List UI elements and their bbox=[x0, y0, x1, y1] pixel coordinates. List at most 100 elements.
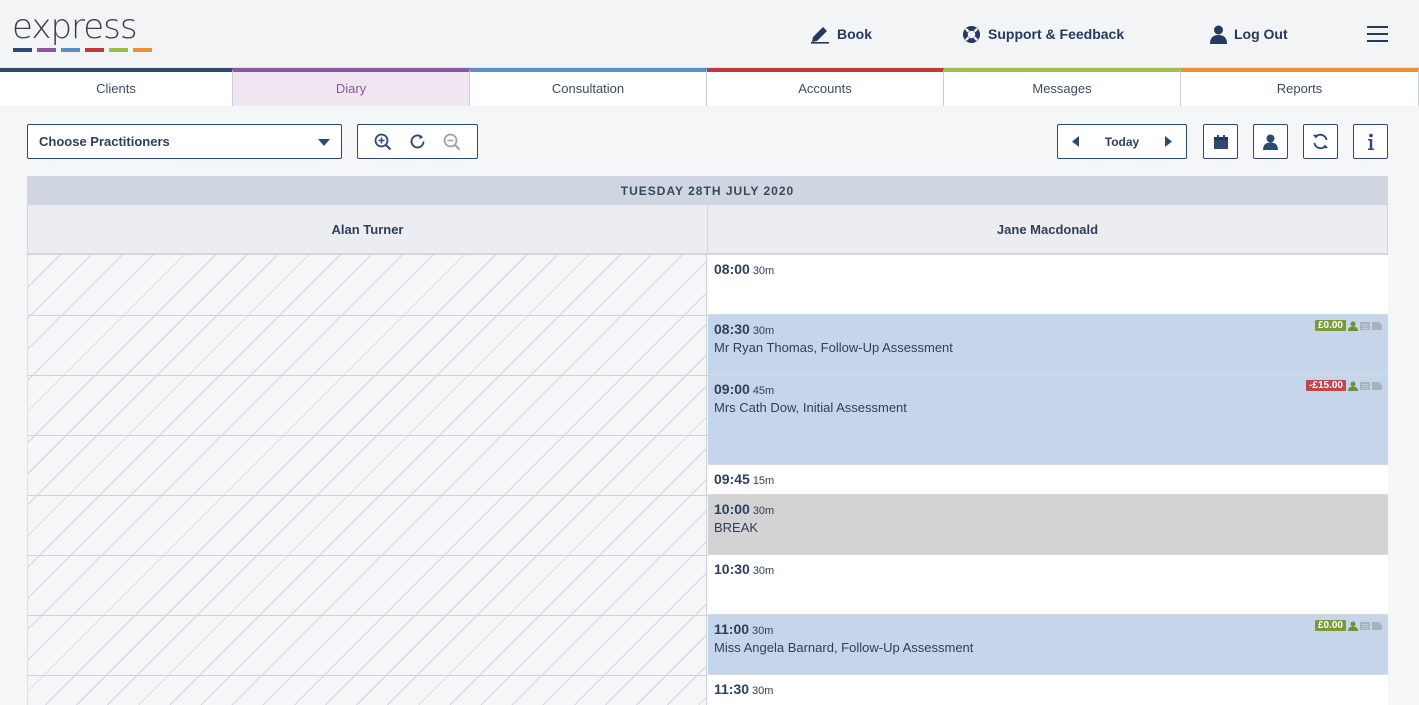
slot-duration: 30m bbox=[752, 325, 775, 337]
tab-diary[interactable]: Diary bbox=[233, 68, 470, 106]
slot-duration: 45m bbox=[752, 385, 775, 397]
caret-down-icon bbox=[318, 139, 330, 146]
slot-description: Mr Ryan Thomas, Follow-Up Assessment bbox=[714, 340, 953, 355]
logo-color-bars bbox=[13, 48, 152, 52]
slot-time: 10:30 bbox=[714, 561, 750, 577]
slot-time: 08:00 bbox=[714, 261, 750, 277]
logo-bar bbox=[85, 48, 104, 52]
info-icon bbox=[1367, 133, 1374, 150]
tab-reports[interactable]: Reports bbox=[1181, 68, 1419, 106]
app-header: express Book Support & Feedback Log Out bbox=[0, 0, 1419, 68]
slot-time: 08:30 bbox=[714, 321, 750, 337]
slot-divider bbox=[28, 375, 708, 376]
user-icon bbox=[1210, 25, 1227, 44]
slot-duration: 30m bbox=[752, 625, 774, 637]
refresh-button[interactable] bbox=[1303, 124, 1338, 159]
appointment-badges: £0.00 bbox=[1314, 320, 1382, 331]
slot-divider bbox=[28, 615, 708, 616]
slot-duration: 30m bbox=[752, 265, 775, 277]
logo-bar bbox=[13, 48, 32, 52]
free-slot[interactable]: 10:30 30m bbox=[708, 555, 1388, 615]
refresh-icon bbox=[1313, 133, 1328, 150]
slot-time-line: 08:00 30m bbox=[714, 261, 1382, 279]
slot-divider bbox=[28, 675, 708, 676]
info-button[interactable] bbox=[1353, 124, 1388, 159]
choose-practitioners-select[interactable]: Choose Practitioners bbox=[27, 124, 342, 159]
client-icon[interactable] bbox=[1348, 381, 1358, 391]
hamburger-menu-icon[interactable] bbox=[1367, 25, 1389, 43]
logout-label: Log Out bbox=[1234, 26, 1288, 42]
zoom-controls bbox=[357, 124, 478, 159]
slot-time-line: 11:00 30m bbox=[714, 621, 1382, 639]
document-icon[interactable] bbox=[1372, 321, 1382, 331]
calendar-button[interactable] bbox=[1203, 124, 1238, 159]
logout-link[interactable]: Log Out bbox=[1210, 22, 1288, 46]
notes-icon[interactable] bbox=[1360, 381, 1370, 391]
diary-calendar: TUESDAY 28TH JULY 2020 Alan Turner Jane … bbox=[27, 176, 1388, 705]
tab-clients[interactable]: Clients bbox=[0, 68, 233, 106]
notes-icon[interactable] bbox=[1360, 621, 1370, 631]
slot-duration: 15m bbox=[752, 475, 775, 487]
practitioner-header-alan-turner: Alan Turner bbox=[27, 205, 708, 255]
pencil-icon bbox=[811, 27, 829, 44]
slot-description: Mrs Cath Dow, Initial Assessment bbox=[714, 400, 907, 415]
reset-zoom-icon[interactable] bbox=[407, 132, 427, 152]
notes-icon[interactable] bbox=[1360, 321, 1370, 331]
price-badge[interactable]: £0.00 bbox=[1314, 320, 1346, 331]
slot-divider bbox=[28, 435, 708, 436]
tab-messages[interactable]: Messages bbox=[944, 68, 1181, 106]
price-badge[interactable]: -£15.00 bbox=[1306, 380, 1346, 391]
slot-time-line: 10:30 30m bbox=[714, 561, 1382, 579]
zoom-out-icon[interactable] bbox=[442, 132, 462, 152]
slot-duration: 30m bbox=[752, 685, 774, 697]
zoom-in-icon[interactable] bbox=[373, 132, 393, 152]
free-slot[interactable]: 11:30 30m bbox=[708, 675, 1388, 705]
slot-time: 10:00 bbox=[714, 501, 750, 517]
logo-text: express bbox=[12, 7, 138, 47]
tab-accounts[interactable]: Accounts bbox=[707, 68, 944, 106]
slot-time-line: 09:45 15m bbox=[714, 471, 1382, 489]
main-tabs: Clients Diary Consultation Accounts Messages… bbox=[0, 68, 1419, 106]
slot-description: Miss Angela Barnard, Follow-Up Assessmen… bbox=[714, 640, 974, 655]
practitioner-header-jane-macdonald: Jane Macdonald bbox=[708, 205, 1388, 255]
document-icon[interactable] bbox=[1372, 621, 1382, 631]
slot-duration: 30m bbox=[752, 505, 775, 517]
slot-time: 11:30 bbox=[714, 681, 750, 697]
slot-time-line: 10:00 30m bbox=[714, 501, 1382, 519]
free-slot[interactable]: 08:00 30m bbox=[708, 255, 1388, 315]
next-day-icon[interactable] bbox=[1162, 135, 1174, 149]
client-icon[interactable] bbox=[1348, 621, 1358, 631]
lifebuoy-icon bbox=[962, 25, 981, 43]
logo-bar bbox=[61, 48, 80, 52]
tab-consultation[interactable]: Consultation bbox=[470, 68, 707, 106]
logo-bar bbox=[109, 48, 128, 52]
slot-time-line: 09:00 45m bbox=[714, 381, 1382, 399]
logo-bar bbox=[133, 48, 152, 52]
appointment-slot[interactable]: 09:00 45m Mrs Cath Dow, Initial Assessment… bbox=[708, 375, 1388, 465]
slot-divider bbox=[28, 495, 708, 496]
today-button[interactable]: Today bbox=[1105, 135, 1139, 149]
slot-time-line: 08:30 30m bbox=[714, 321, 1382, 339]
slot-time: 09:45 bbox=[714, 471, 750, 487]
calendar-icon bbox=[1213, 134, 1228, 149]
document-icon[interactable] bbox=[1372, 381, 1382, 391]
date-title: TUESDAY 28TH JULY 2020 bbox=[27, 176, 1388, 205]
slot-duration: 30m bbox=[752, 565, 775, 577]
appointment-badges: -£15.00 bbox=[1306, 380, 1382, 391]
book-link[interactable]: Book bbox=[810, 22, 872, 46]
slot-divider bbox=[28, 555, 708, 556]
price-badge[interactable]: £0.00 bbox=[1314, 620, 1346, 631]
appointment-slot[interactable]: 08:30 30m Mr Ryan Thomas, Follow-Up Assess… bbox=[708, 315, 1388, 375]
previous-day-icon[interactable] bbox=[1070, 135, 1082, 149]
practitioner-view-button[interactable] bbox=[1253, 124, 1288, 159]
free-slot[interactable]: 09:45 15m bbox=[708, 465, 1388, 495]
unavailable-column bbox=[27, 255, 708, 705]
appointment-slot[interactable]: 11:00 30m Miss Angela Barnard, Follow-Up A… bbox=[708, 615, 1388, 675]
logo-bar bbox=[37, 48, 56, 52]
break-slot[interactable]: 10:00 30m BREAK bbox=[708, 495, 1388, 555]
slot-time: 09:00 bbox=[714, 381, 750, 397]
logo[interactable]: express bbox=[12, 10, 157, 55]
client-icon[interactable] bbox=[1348, 321, 1358, 331]
book-label: Book bbox=[837, 26, 872, 42]
support-feedback-link[interactable]: Support & Feedback bbox=[962, 22, 1124, 46]
